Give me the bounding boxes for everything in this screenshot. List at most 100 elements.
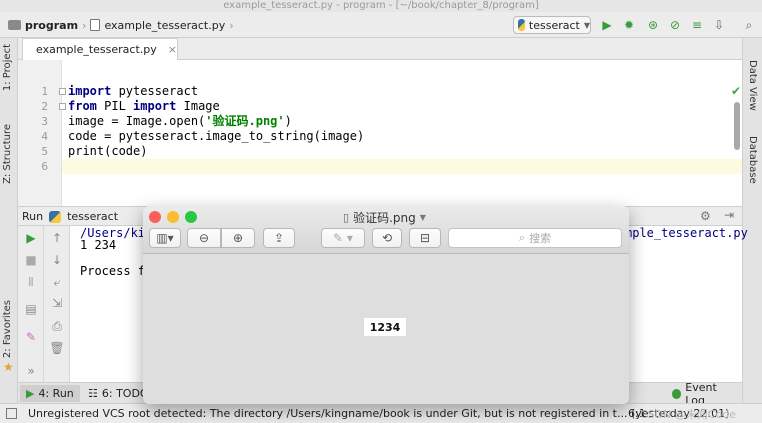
string-literal: '验证码.png' [205,114,285,128]
line-number: 6 [41,160,48,173]
soft-wrap-icon[interactable]: ⤶ [50,275,64,289]
event-log-tool-tab[interactable]: Event Log [666,381,742,407]
pin-icon[interactable]: ✎ [24,330,38,344]
folder-icon [8,20,21,30]
breadcrumb-file[interactable]: example_tesseract.py [104,19,225,32]
code-text: ) [284,114,292,128]
arrow-up-icon[interactable]: ↑ [50,231,64,245]
share-button[interactable]: ⇪ [263,228,295,248]
share-icon: ⇪ [273,231,285,245]
status-message[interactable]: Unregistered VCS root detected: The dire… [28,407,729,420]
run-tool-tab[interactable]: ▶ 4: Run [20,385,80,402]
run-icon[interactable]: ▶ [600,18,614,32]
console-line: 1 234 [80,238,117,252]
event-log-icon [672,388,682,399]
code-text: Image [176,99,220,113]
python-icon [49,210,62,223]
vcs-update-icon[interactable]: ⇩ [712,18,726,32]
data-view-tool-tab[interactable]: Data View [747,60,758,111]
editor-tab[interactable]: example_tesseract.py × [22,38,178,60]
run-panel-config[interactable]: tesseract [67,210,118,223]
keyword: import [133,99,177,113]
document-icon: ▯ [343,211,350,224]
line-gutter: 1 2 3 4 5 6 [18,60,66,206]
layout-icon[interactable]: ▤ [24,302,38,316]
console-line: mple_tesseract.py [625,226,748,240]
preview-canvas: 1234 [143,254,629,404]
search-icon[interactable]: ⌕ [742,18,756,32]
project-tool-tab[interactable]: 1: Project [2,44,13,91]
stop-icon[interactable]: ■ [24,253,38,267]
console-line: Process fi [80,264,153,278]
python-icon [518,19,525,31]
database-tool-tab[interactable]: Database [747,136,758,184]
watermark: CSDN @未闻Code [640,408,737,421]
chevron-down-icon: ▼ [583,20,590,30]
code-line-5: print(code) [68,144,148,158]
print-icon[interactable]: ⎙ [50,319,64,333]
rotate-icon: ⟲ [381,231,393,245]
todo-tool-tab-label: 6: TODO [101,387,149,400]
close-icon[interactable]: × [168,43,177,56]
window-title: example_tesseract.py - program - [~/book… [0,0,762,12]
markup-button[interactable]: ✎ ▾ [321,228,365,248]
pause-icon[interactable]: Ⅱ [24,275,38,289]
code-editor[interactable]: 1 2 3 4 5 6 import pytesseract from PIL … [18,60,742,206]
expand-icon[interactable]: » [24,364,38,378]
code-line-4: code = pytesseract.image_to_string(image… [68,129,365,143]
coverage-icon[interactable]: ⊛ [646,18,660,32]
captcha-image: 1234 [364,318,406,336]
run-config-select[interactable]: tesseract ▼ [513,16,591,34]
left-tool-strip: 1: Project Z: Structure 2: Favorites ★ [0,38,18,403]
keyword: import [68,84,112,98]
run-toolbar-secondary: ↑ ↓ ⤶ ⇲ ⎙ 🗑 [44,226,70,382]
breadcrumb-project[interactable]: program [25,19,78,32]
build-icon[interactable]: ≡ [690,18,704,32]
line-number: 1 [41,85,48,98]
python-file-icon [90,19,101,31]
chevron-down-icon[interactable]: ▼ [420,213,426,222]
search-field[interactable]: ⌕ 搜索 [448,228,622,248]
trash-icon[interactable]: 🗑 [49,341,64,355]
run-icon: ▶ [26,387,35,400]
rotate-button[interactable]: ⟲ [372,228,402,248]
navigation-bar: program › example_tesseract.py › tessera… [0,12,762,38]
profile-icon[interactable]: ⊘ [668,18,682,32]
hide-icon[interactable]: ⇥ [724,208,734,222]
arrow-down-icon[interactable]: ↓ [50,253,64,267]
code-line-3: image = Image.open('验证码.png') [68,114,292,129]
zoom-out-button[interactable]: ⊖ [187,228,221,248]
fold-icon[interactable] [59,88,66,95]
captcha-text: 1234 [369,320,401,334]
scrollbar-thumb[interactable] [734,102,740,150]
search-placeholder: 搜索 [529,232,552,245]
sidebar-view-button[interactable]: ▥▾ [149,228,181,248]
close-window-button[interactable] [149,211,161,223]
minimize-window-button[interactable] [167,211,179,223]
editor-tab-label: example_tesseract.py [36,43,157,56]
editor-tab-bar: example_tesseract.py × [18,38,742,60]
code-line-1: import pytesseract [68,84,198,99]
run-toolbar: ▶ ■ Ⅱ ▤ ✎ » [18,226,44,382]
fold-icon[interactable] [59,103,66,110]
zoom-window-button[interactable] [185,211,197,223]
run-tool-tab-label: 4: Run [38,387,74,400]
debug-icon[interactable]: ✹ [622,18,636,32]
line-number: 2 [41,100,48,113]
structure-tool-tab[interactable]: Z: Structure [2,124,13,184]
right-tool-strip: Data View Database [742,38,762,403]
favorites-tool-tab[interactable]: 2: Favorites [2,300,13,358]
current-line-highlight [62,159,742,174]
line-number: 4 [41,130,48,143]
checkmark-icon: ✔ [731,84,742,98]
zoom-in-button[interactable]: ⊕ [221,228,255,248]
rerun-icon[interactable]: ▶ [24,231,38,245]
scroll-to-end-icon[interactable]: ⇲ [50,296,64,310]
sidebar-icon: ▥▾ [156,231,174,245]
run-config-label: tesseract [528,18,580,32]
toggle-tool-windows-icon[interactable] [6,408,17,419]
toolbox-button[interactable]: ⊟ [409,228,441,248]
gear-icon[interactable]: ⚙ [700,209,711,223]
preview-title: ▯ 验证码.png ▼ [343,209,426,226]
preview-filename: 验证码.png [353,211,416,225]
